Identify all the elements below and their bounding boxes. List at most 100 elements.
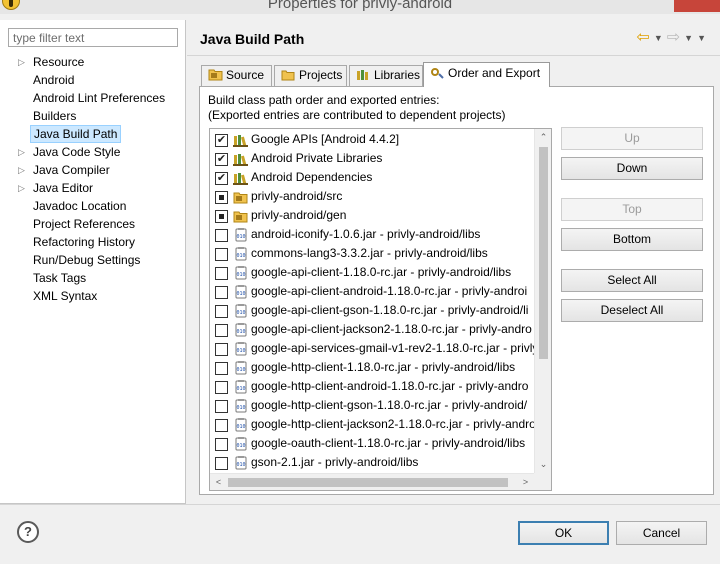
export-checkbox[interactable] xyxy=(215,191,228,204)
classpath-entry[interactable]: 010 google-api-client-jackson2-1.18.0-rc.… xyxy=(210,320,540,339)
select-all-button[interactable]: Select All xyxy=(561,269,703,292)
scroll-up-icon[interactable]: ⌃ xyxy=(535,129,551,146)
export-checkbox[interactable] xyxy=(215,324,228,337)
scroll-right-icon[interactable]: > xyxy=(517,474,534,490)
forward-dropdown-icon[interactable]: ▼ xyxy=(684,30,693,46)
horizontal-scrollbar[interactable]: < > xyxy=(210,473,551,490)
jar-icon: 010 xyxy=(233,437,249,451)
classpath-entry[interactable]: 010 google-http-client-gson-1.18.0-rc.jar… xyxy=(210,396,540,415)
back-arrow-icon[interactable]: ⇦ xyxy=(636,30,649,46)
forward-arrow-icon[interactable]: ⇨ xyxy=(667,30,680,46)
nav-item[interactable]: Java Build Path xyxy=(0,125,186,143)
export-checkbox[interactable] xyxy=(215,286,228,299)
scroll-down-icon[interactable]: ⌄ xyxy=(535,456,551,473)
nav-item[interactable]: Run/Debug Settings xyxy=(0,251,186,269)
nav-item-label: Java Code Style xyxy=(33,145,121,159)
nav-item[interactable]: ▷ Java Compiler xyxy=(0,161,186,179)
classpath-entry-label: Google APIs [Android 4.4.2] xyxy=(251,132,400,146)
classpath-entry[interactable]: privly-android/gen xyxy=(210,206,540,225)
export-checkbox[interactable] xyxy=(215,343,228,356)
export-checkbox[interactable] xyxy=(215,210,228,223)
classpath-entry[interactable]: 010 google-api-services-gmail-v1-rev2-1.1… xyxy=(210,339,540,358)
nav-item[interactable]: Builders xyxy=(0,107,186,125)
view-menu-icon[interactable]: ▼ xyxy=(697,30,706,46)
export-checkbox[interactable] xyxy=(215,457,228,470)
scroll-corner xyxy=(534,473,551,490)
tab-libraries[interactable]: Libraries xyxy=(349,65,423,86)
nav-item[interactable]: ▷ Java Editor xyxy=(0,179,186,197)
nav-item[interactable]: Android xyxy=(0,71,186,89)
classpath-entry[interactable]: 010 gson-2.1.jar - privly-android/libs xyxy=(210,453,540,472)
down-button[interactable]: Down xyxy=(561,157,703,180)
nav-item[interactable]: Task Tags xyxy=(0,269,186,287)
classpath-entry[interactable]: 010 google-http-client-jackson2-1.18.0-rc… xyxy=(210,415,540,434)
classpath-entry[interactable]: 010 commons-lang3-3.3.2.jar - privly-andr… xyxy=(210,244,540,263)
export-checkbox[interactable] xyxy=(215,419,228,432)
classpath-entry[interactable]: 010 google-http-client-android-1.18.0-rc.… xyxy=(210,377,540,396)
nav-item[interactable]: XML Syntax xyxy=(0,287,186,305)
export-checkbox[interactable] xyxy=(215,267,228,280)
bottom-button[interactable]: Bottom xyxy=(561,228,703,251)
nav-item[interactable]: Refactoring History xyxy=(0,233,186,251)
classpath-entry-label: google-api-client-android-1.18.0-rc.jar … xyxy=(251,284,528,298)
nav-item-label: XML Syntax xyxy=(33,289,98,303)
classpath-entry[interactable]: 010 google-api-client-1.18.0-rc.jar - pri… xyxy=(210,263,540,282)
expand-arrow-icon[interactable]: ▷ xyxy=(18,179,28,197)
export-checkbox[interactable]: ✔ xyxy=(215,153,228,166)
classpath-entry[interactable]: ✔ Google APIs [Android 4.4.2] xyxy=(210,130,540,149)
nav-item[interactable]: Android Lint Preferences xyxy=(0,89,186,107)
vertical-scrollbar[interactable]: ⌃ ⌄ xyxy=(534,129,551,473)
ok-button[interactable]: OK xyxy=(518,521,609,545)
back-dropdown-icon[interactable]: ▼ xyxy=(654,30,663,46)
classpath-entry-label: privly-android/src xyxy=(251,189,343,203)
tab-projects[interactable]: Projects xyxy=(274,65,347,86)
export-checkbox[interactable] xyxy=(215,381,228,394)
classpath-entry[interactable]: 010 google-http-client-1.18.0-rc.jar - pr… xyxy=(210,358,540,377)
top-button[interactable]: Top xyxy=(561,198,703,221)
up-button[interactable]: Up xyxy=(561,127,703,150)
tab-order-and-export[interactable]: Order and Export xyxy=(423,62,550,87)
expand-arrow-icon[interactable]: ▷ xyxy=(18,161,28,179)
nav-item[interactable]: ▷ Resource xyxy=(0,53,186,71)
export-checkbox[interactable] xyxy=(215,400,228,413)
classpath-entry[interactable]: privly-android/src xyxy=(210,187,540,206)
tab-source[interactable]: Source xyxy=(201,65,272,86)
expand-arrow-icon[interactable]: ▷ xyxy=(18,53,28,71)
jar-icon: 010 xyxy=(233,323,249,337)
nav-item[interactable]: Javadoc Location xyxy=(0,197,186,215)
export-checkbox[interactable] xyxy=(215,438,228,451)
svg-text:010: 010 xyxy=(236,291,245,297)
filter-input[interactable] xyxy=(8,28,178,47)
export-checkbox[interactable] xyxy=(215,362,228,375)
classpath-entries-list[interactable]: ✔ Google APIs [Android 4.4.2] ✔ Android Pri… xyxy=(209,128,552,491)
help-icon[interactable]: ? xyxy=(17,521,39,543)
nav-item-label: Refactoring History xyxy=(33,235,136,249)
jar-icon: 010 xyxy=(233,304,249,318)
library-icon xyxy=(233,133,249,147)
classpath-entry[interactable]: 010 google-api-client-android-1.18.0-rc.j… xyxy=(210,282,540,301)
window-close-button[interactable] xyxy=(674,0,720,12)
classpath-entry[interactable]: ✔ Android Private Libraries xyxy=(210,149,540,168)
nav-item[interactable]: Project References xyxy=(0,215,186,233)
classpath-entry[interactable]: 010 google-api-client-gson-1.18.0-rc.jar … xyxy=(210,301,540,320)
export-checkbox[interactable]: ✔ xyxy=(215,134,228,147)
svg-text:010: 010 xyxy=(236,386,245,392)
deselect-all-button[interactable]: Deselect All xyxy=(561,299,703,322)
classpath-entry[interactable]: 010 google-oauth-client-1.18.0-rc.jar - p… xyxy=(210,434,540,453)
export-checkbox[interactable] xyxy=(215,229,228,242)
export-checkbox[interactable] xyxy=(215,305,228,318)
classpath-entry[interactable]: 010 android-iconify-1.0.6.jar - privly-an… xyxy=(210,225,540,244)
export-checkbox[interactable]: ✔ xyxy=(215,172,228,185)
cancel-button[interactable]: Cancel xyxy=(616,521,707,545)
expand-arrow-icon[interactable]: ▷ xyxy=(18,143,28,161)
vertical-scroll-thumb[interactable] xyxy=(539,147,548,359)
scroll-left-icon[interactable]: < xyxy=(210,474,227,490)
title-bar: Properties for privly-android xyxy=(0,0,720,14)
classpath-entry-label: google-http-client-android-1.18.0-rc.jar… xyxy=(251,379,529,393)
classpath-entry-label: Android Dependencies xyxy=(251,170,373,184)
horizontal-scroll-thumb[interactable] xyxy=(228,478,508,487)
nav-item[interactable]: ▷ Java Code Style xyxy=(0,143,186,161)
classpath-entry[interactable]: ✔ Android Dependencies xyxy=(210,168,540,187)
nav-item-label: Java Build Path xyxy=(30,125,122,143)
export-checkbox[interactable] xyxy=(215,248,228,261)
